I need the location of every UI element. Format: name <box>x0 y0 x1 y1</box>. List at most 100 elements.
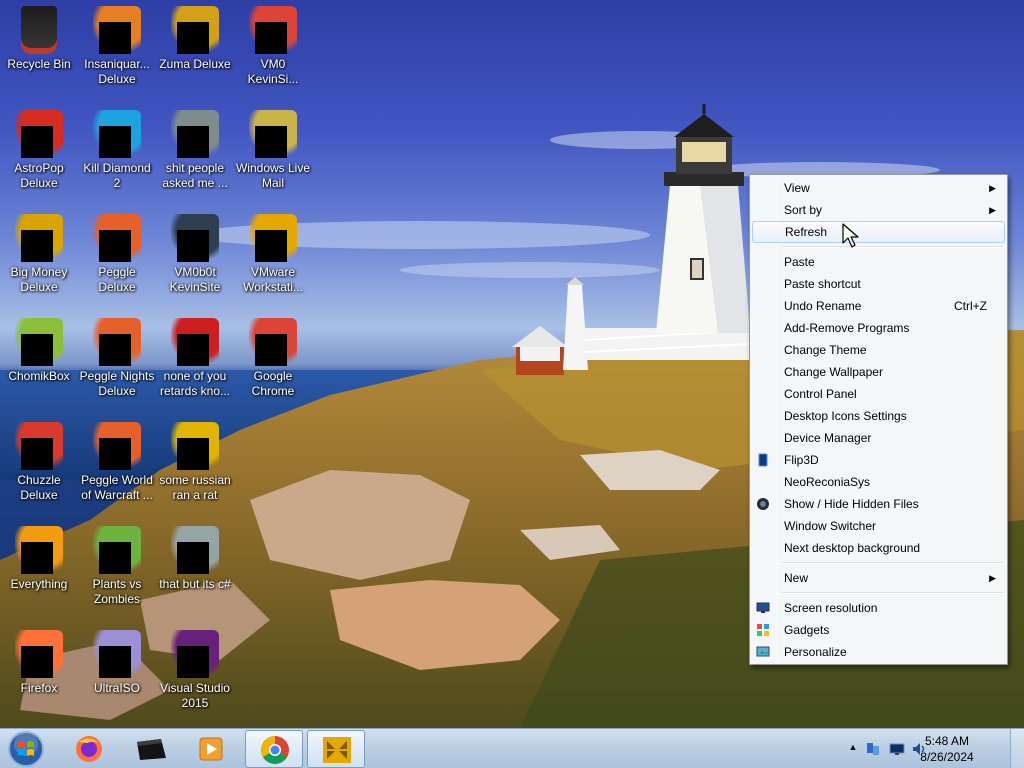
show-hidden-icons-arrow-icon[interactable]: ▲ <box>845 742 861 758</box>
menu-item-gadgets[interactable]: Gadgets <box>752 619 1005 641</box>
desktop-icon-label: Peggle World of Warcraft ... <box>81 473 153 502</box>
menu-item-undo-rename[interactable]: Undo Rename Ctrl+Z <box>752 295 1005 317</box>
taskbar-clock[interactable]: 5:48 AM 8/26/2024 <box>912 733 982 765</box>
desktop-icon[interactable]: Zuma Deluxe <box>156 2 234 72</box>
menu-item-flip3d[interactable]: Flip3D <box>752 449 1005 471</box>
desktop-icon[interactable]: Insaniquar... Deluxe <box>78 2 156 87</box>
menu-item-paste-shortcut[interactable]: Paste shortcut <box>752 273 1005 295</box>
network-tray-icon[interactable] <box>865 741 881 757</box>
clock-time: 5:48 AM <box>924 734 970 748</box>
desktop-icon-label: Peggle Deluxe <box>98 265 136 294</box>
redaction-box <box>99 22 131 54</box>
menu-item-label: Add-Remove Programs <box>784 321 910 335</box>
diamond-icon <box>93 110 141 158</box>
firefox-icon <box>76 736 102 762</box>
money-bag-icon <box>15 214 63 262</box>
desktop-icon-label: VMware Workstati... <box>243 265 303 294</box>
menu-item-label: Change Theme <box>784 343 867 357</box>
chrome-shortcut-icon <box>249 6 297 54</box>
taskbar-chrome[interactable] <box>245 730 303 768</box>
desktop-icon-label: Plants vs Zombies <box>92 577 142 606</box>
menu-item-label: Desktop Icons Settings <box>784 409 907 423</box>
desktop-icon[interactable]: Big Money Deluxe <box>0 210 78 295</box>
menu-item-change-theme[interactable]: Change Theme <box>752 339 1005 361</box>
menu-item-neoreconiasys[interactable]: NeoReconiaSys <box>752 471 1005 493</box>
desktop-icon[interactable]: Peggle Deluxe <box>78 210 156 295</box>
taskbar-vmware[interactable] <box>307 730 365 768</box>
desktop-icon-label: some russian ran a rat <box>159 473 231 502</box>
desktop-icon[interactable]: VM0b0t KevinSite <box>156 210 234 295</box>
start-button[interactable] <box>4 730 48 768</box>
menu-item-sort-by[interactable]: Sort by ▶ <box>752 199 1005 221</box>
redaction-box <box>177 230 209 262</box>
desktop-icon[interactable]: Kill Diamond 2 <box>78 106 156 191</box>
black-box-icon <box>137 739 166 760</box>
vmware-icon <box>323 737 351 763</box>
desktop-icon[interactable]: Everything <box>0 522 78 592</box>
desktop-icon[interactable]: Peggle Nights Deluxe <box>78 314 156 399</box>
menu-item-personalize[interactable]: Personalize <box>752 641 1005 663</box>
menu-item-next-desktop-background[interactable]: Next desktop background <box>752 537 1005 559</box>
submenu-arrow-icon: ▶ <box>989 183 996 193</box>
menu-item-paste[interactable]: Paste <box>752 251 1005 273</box>
desktop-icon[interactable]: Google Chrome <box>234 314 312 399</box>
desktop-icon[interactable]: AstroPop Deluxe <box>0 106 78 191</box>
menu-item-new[interactable]: New ▶ <box>752 567 1005 589</box>
desktop-icon[interactable]: none of you retards kno... <box>156 314 234 399</box>
desktop-icon[interactable]: Peggle World of Warcraft ... <box>78 418 156 503</box>
menu-item-label: Device Manager <box>784 431 872 445</box>
menu-item-refresh[interactable]: Refresh <box>752 221 1005 243</box>
taskbar-app-dark[interactable] <box>122 730 180 768</box>
menu-item-device-manager[interactable]: Device Manager <box>752 427 1005 449</box>
menu-item-show-hide-hidden-files[interactable]: Show / Hide Hidden Files <box>752 493 1005 515</box>
taskbar-media-player[interactable] <box>182 730 240 768</box>
mail-icon <box>249 110 297 158</box>
clock-date: 8/26/2024 <box>920 750 974 764</box>
personalize-icon <box>756 646 770 657</box>
menu-separator <box>752 589 1005 597</box>
desktop-icon[interactable]: some russian ran a rat <box>156 418 234 503</box>
redaction-box <box>177 438 209 470</box>
menu-item-shortcut: Ctrl+Z <box>954 299 987 313</box>
menu-item-label: Next desktop background <box>784 541 921 555</box>
disc-icon <box>93 630 141 678</box>
menu-item-label: Paste shortcut <box>784 277 861 291</box>
desktop-icon[interactable]: VMware Workstati... <box>234 210 312 295</box>
desktop-icon[interactable]: Windows Live Mail <box>234 106 312 191</box>
desktop-icon[interactable]: Chuzzle Deluxe <box>0 418 78 503</box>
folder-icon <box>171 110 219 158</box>
redaction-box <box>177 22 209 54</box>
redaction-box <box>177 542 209 574</box>
desktop-icon[interactable]: that but its c# <box>156 522 234 592</box>
zuma-icon <box>171 6 219 54</box>
desktop-icon[interactable]: ChomikBox <box>0 314 78 384</box>
menu-item-label: Show / Hide Hidden Files <box>784 497 919 511</box>
desktop-icon[interactable]: Visual Studio 2015 <box>156 626 234 711</box>
display-tray-icon[interactable] <box>889 741 905 757</box>
desktop-icon[interactable]: UltraISO <box>78 626 156 696</box>
menu-item-label: NeoReconiaSys <box>784 475 871 489</box>
menu-item-label: Window Switcher <box>784 519 877 533</box>
taskbar-firefox[interactable] <box>60 730 118 768</box>
menu-item-change-wallpaper[interactable]: Change Wallpaper <box>752 361 1005 383</box>
desktop-icon[interactable]: shit people asked me ... <box>156 106 234 191</box>
menu-item-add-remove-programs[interactable]: Add-Remove Programs <box>752 317 1005 339</box>
menu-item-screen-resolution[interactable]: Screen resolution <box>752 597 1005 619</box>
menu-separator <box>752 243 1005 251</box>
menu-item-desktop-icons-settings[interactable]: Desktop Icons Settings <box>752 405 1005 427</box>
redaction-box <box>21 230 53 262</box>
firefox-icon <box>15 630 63 678</box>
desktop-icon[interactable]: Recycle Bin <box>0 2 78 72</box>
menu-item-window-switcher[interactable]: Window Switcher <box>752 515 1005 537</box>
desktop-icon[interactable]: Plants vs Zombies <box>78 522 156 607</box>
monitor-icon <box>756 602 770 613</box>
menu-item-label: Paste <box>784 255 815 269</box>
chrome-icon <box>261 736 289 764</box>
menu-item-control-panel[interactable]: Control Panel <box>752 383 1005 405</box>
desktop-icon-label: Firefox <box>20 681 58 695</box>
desktop-icon-label: shit people asked me ... <box>162 161 228 190</box>
desktop-icon[interactable]: VM0 KevinSi... <box>234 2 312 87</box>
show-desktop-button[interactable] <box>1010 729 1024 768</box>
desktop-icon[interactable]: Firefox <box>0 626 78 696</box>
menu-item-view[interactable]: View ▶ <box>752 177 1005 199</box>
